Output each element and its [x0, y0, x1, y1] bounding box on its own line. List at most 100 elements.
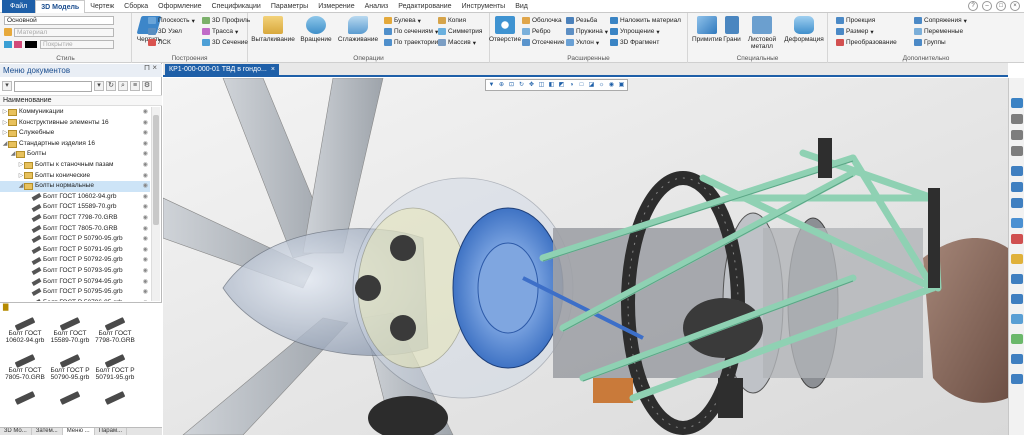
trace-button[interactable]: Трасса ▾	[202, 27, 238, 36]
search-icon[interactable]: ⌕	[118, 81, 128, 91]
menu-tab[interactable]: Чертеж	[85, 0, 119, 13]
material-combo[interactable]: Материал	[14, 28, 114, 37]
eye-icon[interactable]: ◉	[143, 277, 148, 288]
display-icon[interactable]: ◪	[587, 81, 596, 90]
zoom-icon[interactable]: ⊕	[497, 81, 506, 90]
minimize-icon[interactable]: –	[982, 1, 992, 11]
preview-item[interactable]	[49, 391, 91, 427]
tree-row[interactable]: Болт ГОСТ 10602-94.grb ◉	[0, 192, 150, 203]
menu-tab[interactable]: Анализ	[360, 0, 394, 13]
copy-button[interactable]: Копия	[438, 16, 466, 25]
preview-item[interactable]	[4, 391, 46, 427]
tree-row[interactable]: ▷ Служебные ◉	[0, 128, 150, 139]
zoom-window-icon[interactable]	[1011, 146, 1023, 156]
preview-item[interactable]: Болт ГОСТ 10602-94.grb	[4, 317, 46, 353]
tree-row[interactable]: ▷ Конструктивные элементы 16 ◉	[0, 118, 150, 129]
size-button[interactable]: Размер ▾	[836, 27, 874, 36]
color-icon[interactable]	[4, 41, 12, 48]
pin-icon[interactable]: ⊓ ×	[144, 63, 157, 72]
column-header[interactable]: Наименование	[0, 95, 162, 106]
symmetry-button[interactable]: Симметрия	[438, 27, 482, 36]
menu-tab[interactable]: Измерение	[313, 0, 359, 13]
close-icon[interactable]: ×	[271, 64, 275, 76]
shell-button[interactable]: Оболочка	[522, 16, 562, 25]
view-front-icon[interactable]	[1011, 166, 1023, 176]
eye-icon[interactable]: ◉	[143, 149, 148, 160]
menu-tab[interactable]: Спецификации	[207, 0, 266, 13]
variables-button[interactable]: Переменные	[914, 27, 963, 36]
preview-item[interactable]: Болт ГОСТ Р 50791-95.grb	[94, 354, 136, 390]
refresh-icon[interactable]: ↻	[106, 81, 116, 91]
document-tab[interactable]: КР1-000-000-01 ТВД в гондо... ×	[165, 64, 279, 76]
zoom-in-icon[interactable]	[1011, 114, 1023, 124]
faces-button[interactable]: Грани	[722, 16, 742, 43]
orient-icon[interactable]: ◧	[547, 81, 556, 90]
tree-row[interactable]: Болт ГОСТ Р 50794-95.grb ◉	[0, 277, 150, 288]
close-icon[interactable]: ×	[1010, 1, 1020, 11]
smooth-button[interactable]: Сглаживание	[336, 16, 380, 43]
grid-icon[interactable]	[1011, 374, 1023, 384]
tree-row[interactable]: Болт ГОСТ Р 50791-95.grb ◉	[0, 245, 150, 256]
lsk-button[interactable]: ЛСК	[148, 38, 171, 47]
settings-icon[interactable]: ⚙	[142, 81, 152, 91]
menu-tab[interactable]: Редактирование	[393, 0, 456, 13]
transform-button[interactable]: Преобразование	[836, 38, 897, 47]
by-trajectory-button[interactable]: По траектории▾	[384, 38, 444, 47]
eye-icon[interactable]: ◉	[143, 202, 148, 213]
eye-icon[interactable]: ◉	[143, 287, 148, 298]
filter-icon[interactable]: ▾	[2, 81, 12, 91]
tree-row[interactable]: Болт ГОСТ 7805-70.GRB ◉	[0, 224, 150, 235]
axis-icon[interactable]	[1011, 234, 1023, 244]
cover-icon[interactable]	[14, 41, 22, 48]
preview-item[interactable]	[94, 391, 136, 427]
sheet-metal-button[interactable]: Листовой металл	[742, 16, 782, 50]
tree-row[interactable]: ◢ Болты ◉	[0, 149, 150, 160]
tree-row[interactable]: Болт ГОСТ Р 50795-95.grb ◉	[0, 287, 150, 298]
extrude-button[interactable]: Выталкивание	[250, 16, 296, 43]
eye-icon[interactable]: ◉	[143, 234, 148, 245]
panel-tab[interactable]: Парам...	[95, 428, 128, 435]
tree-row[interactable]: Болт ГОСТ Р 50793-95.grb ◉	[0, 266, 150, 277]
help-icon[interactable]: ?	[968, 1, 978, 11]
slope-button[interactable]: Уклон ▾	[566, 38, 599, 47]
measure-icon[interactable]	[1011, 354, 1023, 364]
deformation-button[interactable]: Деформация	[782, 16, 826, 43]
explode-icon[interactable]	[1011, 294, 1023, 304]
maximize-icon[interactable]: □	[996, 1, 1006, 11]
eye-icon[interactable]: ◉	[143, 171, 148, 182]
spring-button[interactable]: Пружина ▾	[566, 27, 608, 36]
tree-row[interactable]: Болт ГОСТ Р 50796-95.grb ◉	[0, 298, 150, 301]
tree-row[interactable]: ▷ Болты конические ◉	[0, 171, 150, 182]
cube-icon[interactable]	[1011, 314, 1023, 324]
eye-icon[interactable]: ◉	[143, 107, 148, 118]
menu-tab[interactable]: Инструменты	[457, 0, 511, 13]
wireframe-icon[interactable]: □	[577, 81, 586, 90]
light-icon[interactable]: ☼	[597, 81, 606, 90]
eye-icon[interactable]: ◉	[143, 128, 148, 139]
tree-row[interactable]: ◢ Стандартные изделия 16 ◉	[0, 139, 150, 150]
thread-button[interactable]: Резьба	[566, 16, 597, 25]
section-icon[interactable]: ◩	[557, 81, 566, 90]
tree-row[interactable]: ▷ Коммуникации ◉	[0, 107, 150, 118]
3d-viewport[interactable]: ▼ ⊕ ⊡ ↻ ✥ ◫ ◧ ◩ ◑ □ ◪ ☼ ◉ ▣	[163, 78, 1008, 435]
by-sections-button[interactable]: По сечениям ▾	[384, 27, 438, 36]
eye-icon[interactable]: ◉	[143, 213, 148, 224]
shading-icon[interactable]: ◑	[567, 81, 576, 90]
cutoff-button[interactable]: Отсечение	[522, 38, 564, 47]
groups-button[interactable]: Группы	[914, 38, 946, 47]
eye-icon[interactable]: ◉	[143, 224, 148, 235]
rotate-icon[interactable]: ↻	[517, 81, 526, 90]
eye-icon[interactable]: ◉	[143, 298, 148, 301]
menu-tab[interactable]: Параметры	[266, 0, 313, 13]
menu-tab[interactable]: 3D Модель	[35, 0, 86, 13]
engine-model[interactable]	[163, 78, 1008, 435]
eye-icon[interactable]: ◉	[143, 160, 148, 171]
zoom-out-icon[interactable]	[1011, 130, 1023, 140]
revolve-button[interactable]: Вращение	[296, 16, 336, 43]
section-view-icon[interactable]	[1011, 274, 1023, 284]
mates-button[interactable]: Сопряжения ▾	[914, 16, 967, 25]
preview-item[interactable]: Болт ГОСТ 15589-70.grb	[49, 317, 91, 353]
menu-tab[interactable]: Сборка	[119, 0, 153, 13]
tree-row[interactable]: ◢ Болты нормальные ◉	[0, 181, 150, 192]
tree-row[interactable]: Болт ГОСТ 15589-70.grb ◉	[0, 202, 150, 213]
